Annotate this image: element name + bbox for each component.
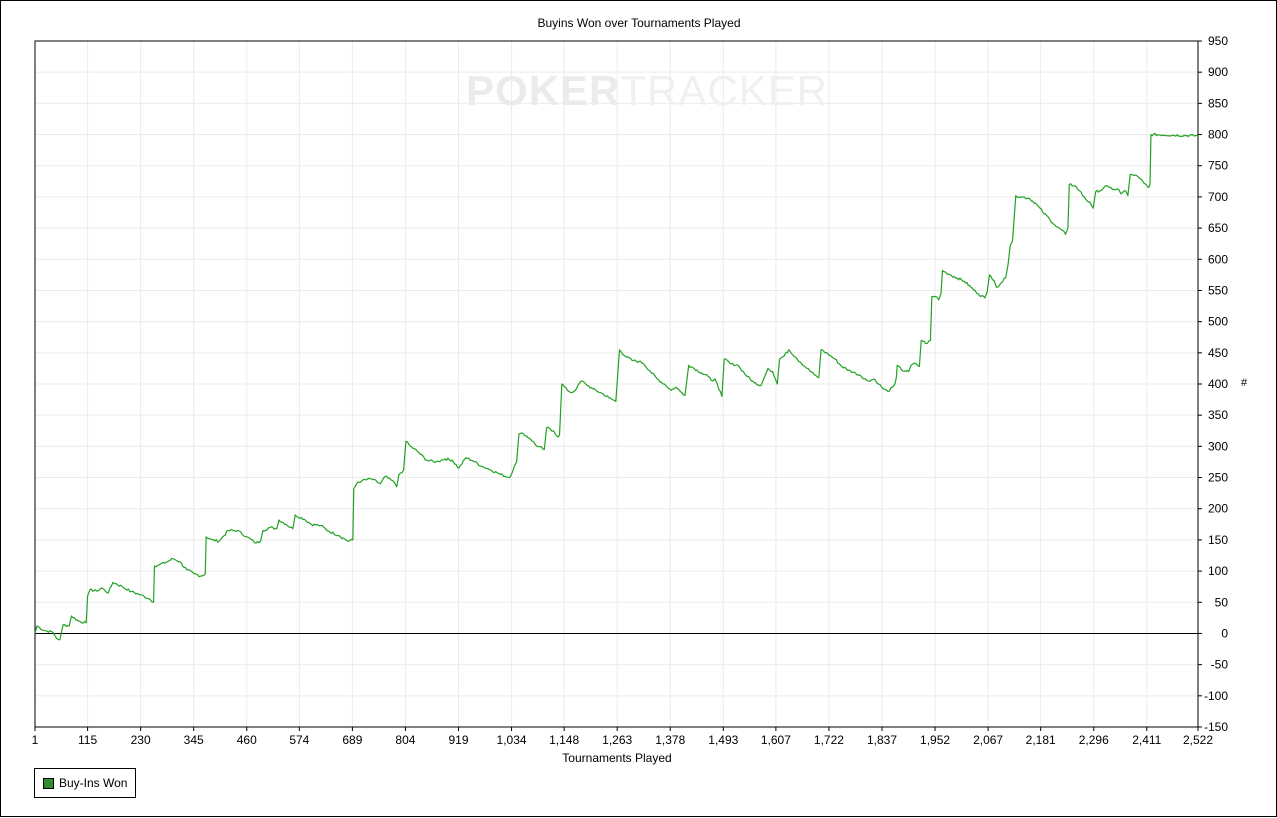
y-tick-label: 500 (1208, 315, 1228, 329)
x-tick-label: 2,522 (1183, 733, 1213, 747)
x-tick-label: 1,607 (761, 733, 791, 747)
y-axis-label: # (1241, 377, 1248, 389)
y-tick-label: -150 (1204, 720, 1228, 734)
y-tick-label: 350 (1208, 408, 1228, 422)
x-tick-label: 230 (131, 733, 151, 747)
watermark-text-part3: TRACKER (620, 67, 828, 114)
x-tick-label: 1,378 (655, 733, 685, 747)
y-tick-label: 450 (1208, 346, 1228, 360)
x-tick-label: 689 (342, 733, 362, 747)
x-axis-label: Tournaments Played (562, 751, 671, 765)
y-tick-label: 200 (1208, 502, 1228, 516)
series-line-buy-ins-won (34, 132, 1199, 641)
y-tick-label: 100 (1208, 564, 1228, 578)
x-tick-label: 1,034 (497, 733, 527, 747)
x-tick-label: 1,148 (549, 733, 579, 747)
y-tick-label: 50 (1215, 595, 1229, 609)
y-tick-label: -100 (1204, 689, 1228, 703)
y-tick-label: 800 (1208, 128, 1228, 142)
x-tick-label: 2,181 (1026, 733, 1056, 747)
y-tick-label: 400 (1208, 377, 1228, 391)
y-tick-label: 150 (1208, 533, 1228, 547)
x-tick-label: 2,067 (973, 733, 1003, 747)
x-tick-label: 345 (184, 733, 204, 747)
svg-text:POKERTRACKER: POKERTRACKER (466, 67, 828, 114)
x-axis-ticks: 1 115 230 345 460 574 689 804 919 1,034 1,148 1,263… (32, 727, 1213, 747)
y-tick-label: 900 (1208, 65, 1228, 79)
x-tick-label: 1,263 (602, 733, 632, 747)
y-tick-label: 550 (1208, 283, 1228, 297)
x-tick-label: 115 (78, 733, 97, 747)
watermark-text-part2: KER (529, 67, 621, 114)
chart-container: POKERTRACKER 1 115 230 345 460 574 689 804 919 1,… (0, 0, 1277, 817)
y-tick-label: 750 (1208, 159, 1228, 173)
x-tick-label: 804 (395, 733, 415, 747)
y-tick-label: 700 (1208, 190, 1228, 204)
x-tick-label: 1,952 (920, 733, 950, 747)
x-tick-label: 919 (448, 733, 468, 747)
watermark-text-part1: PO (466, 67, 529, 114)
y-tick-label: 0 (1221, 626, 1228, 640)
x-tick-label: 460 (237, 733, 257, 747)
y-tick-label: 850 (1208, 96, 1228, 110)
x-tick-label: 1 (32, 733, 39, 747)
x-tick-label: 1,722 (814, 733, 844, 747)
chart-canvas: POKERTRACKER 1 115 230 345 460 574 689 804 919 1,… (32, 16, 1248, 765)
chart-title: Buyins Won over Tournaments Played (538, 16, 741, 30)
legend-label-buy-ins-won: Buy-Ins Won (59, 776, 128, 790)
x-tick-label: 574 (289, 733, 309, 747)
y-tick-label: 250 (1208, 471, 1228, 485)
y-axis-ticks: 9509008508007507006506005505004504003503… (1198, 34, 1228, 734)
legend-swatch (43, 777, 54, 789)
watermark-layer: POKERTRACKER (466, 67, 828, 114)
y-tick-label: 650 (1208, 221, 1228, 235)
y-tick-label: -50 (1211, 658, 1229, 672)
chart-legend: Buy-Ins Won (34, 768, 137, 798)
x-tick-label: 2,296 (1079, 733, 1109, 747)
x-tick-label: 2,411 (1132, 733, 1161, 747)
y-tick-label: 300 (1208, 439, 1228, 453)
y-tick-label: 950 (1208, 34, 1228, 48)
y-tick-label: 600 (1208, 252, 1228, 266)
x-tick-label: 1,493 (708, 733, 738, 747)
x-tick-label: 1,837 (867, 733, 897, 747)
